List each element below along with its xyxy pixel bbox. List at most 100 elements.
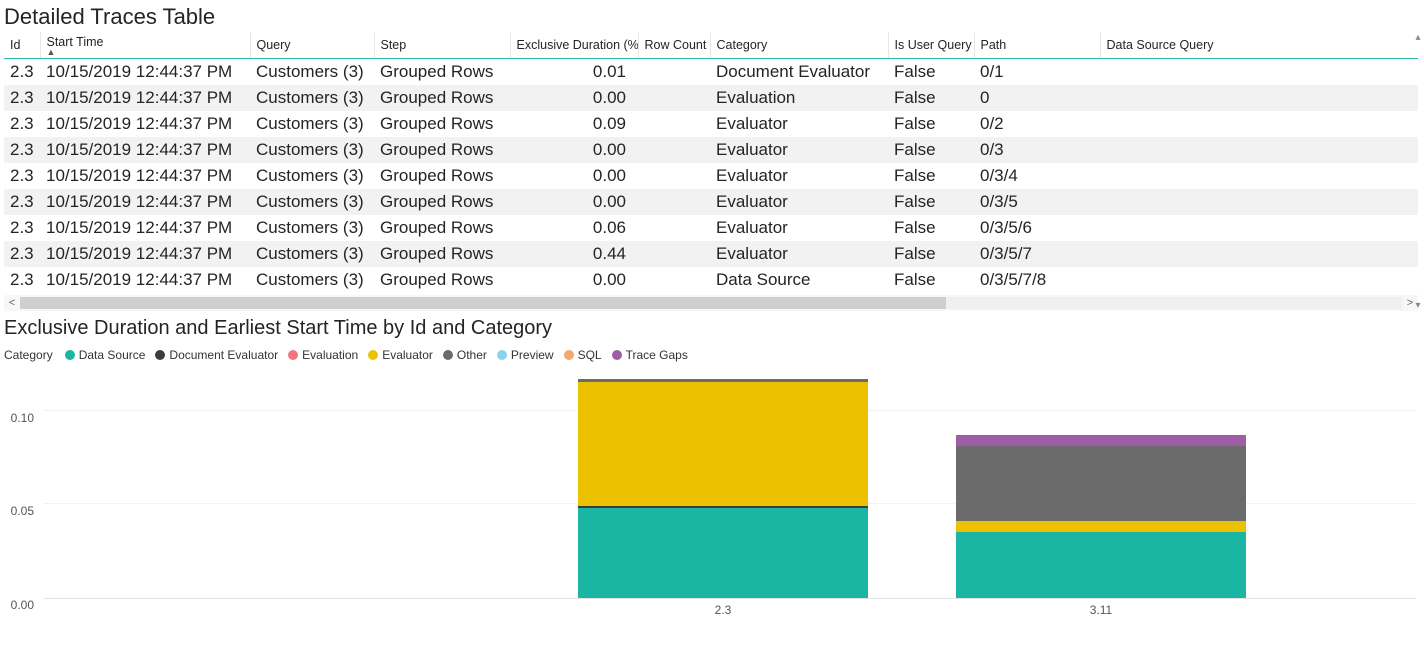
- legend-item-evaluation[interactable]: Evaluation: [288, 348, 358, 362]
- cell: False: [888, 267, 974, 293]
- cell: Customers (3): [250, 85, 374, 111]
- table-row[interactable]: 2.310/15/2019 12:44:37 PMCustomers (3)Gr…: [4, 163, 1418, 189]
- cell: Evaluator: [710, 215, 888, 241]
- cell: 0.00: [510, 189, 638, 215]
- table-row[interactable]: 2.310/15/2019 12:44:37 PMCustomers (3)Gr…: [4, 267, 1418, 293]
- y-tick-label: 0.10: [11, 411, 34, 425]
- bar-seg-evaluator[interactable]: [956, 521, 1246, 532]
- legend-swatch-icon: [65, 350, 75, 360]
- cell: Customers (3): [250, 111, 374, 137]
- cell: 2.3: [4, 85, 40, 111]
- col-header-query[interactable]: Query: [250, 32, 374, 59]
- cell: 2.3: [4, 189, 40, 215]
- cell: 10/15/2019 12:44:37 PM: [40, 59, 250, 86]
- cell: Data Source: [710, 267, 888, 293]
- legend-item-trace-gaps[interactable]: Trace Gaps: [612, 348, 688, 362]
- vertical-scrollbar[interactable]: ▴ ▾: [1412, 32, 1424, 311]
- cell: 2.3: [4, 111, 40, 137]
- cell: [1100, 189, 1418, 215]
- cell: Customers (3): [250, 241, 374, 267]
- cell: [1100, 267, 1418, 293]
- chart-title: Exclusive Duration and Earliest Start Ti…: [4, 317, 1420, 340]
- table-row[interactable]: 2.310/15/2019 12:44:37 PMCustomers (3)Gr…: [4, 85, 1418, 111]
- cell: 2.3: [4, 137, 40, 163]
- table-row[interactable]: 2.310/15/2019 12:44:37 PMCustomers (3)Gr…: [4, 59, 1418, 86]
- chart-area: 0.000.050.10 2.33.11: [4, 374, 1420, 629]
- cell: 10/15/2019 12:44:37 PM: [40, 163, 250, 189]
- chart-legend: Category Data SourceDocument EvaluatorEv…: [4, 348, 1420, 362]
- legend-swatch-icon: [443, 350, 453, 360]
- y-tick-label: 0.05: [11, 504, 34, 518]
- chart-plot[interactable]: [44, 374, 1416, 599]
- legend-text: Trace Gaps: [626, 348, 688, 362]
- cell: 0.09: [510, 111, 638, 137]
- table-body: 2.310/15/2019 12:44:37 PMCustomers (3)Gr…: [4, 59, 1418, 294]
- legend-text: Evaluator: [382, 348, 433, 362]
- scroll-down-icon[interactable]: ▾: [1415, 300, 1420, 311]
- table-row[interactable]: 2.310/15/2019 12:44:37 PMCustomers (3)Gr…: [4, 111, 1418, 137]
- legend-text: Data Source: [79, 348, 146, 362]
- col-header-id[interactable]: Id: [4, 32, 40, 59]
- legend-swatch-icon: [612, 350, 622, 360]
- cell: False: [888, 59, 974, 86]
- legend-swatch-icon: [155, 350, 165, 360]
- legend-text: Preview: [511, 348, 554, 362]
- legend-item-sql[interactable]: SQL: [564, 348, 602, 362]
- cell: [1100, 163, 1418, 189]
- legend-item-data-source[interactable]: Data Source: [65, 348, 146, 362]
- cell: False: [888, 137, 974, 163]
- table-row[interactable]: 2.310/15/2019 12:44:37 PMCustomers (3)Gr…: [4, 215, 1418, 241]
- cell: 0/3/5/7: [974, 241, 1100, 267]
- cell: Grouped Rows: [374, 267, 510, 293]
- legend-item-document-evaluator[interactable]: Document Evaluator: [155, 348, 278, 362]
- table-row[interactable]: 2.310/15/2019 12:44:37 PMCustomers (3)Gr…: [4, 241, 1418, 267]
- table-row[interactable]: 2.310/15/2019 12:44:37 PMCustomers (3)Gr…: [4, 137, 1418, 163]
- table-row[interactable]: 2.310/15/2019 12:44:37 PMCustomers (3)Gr…: [4, 189, 1418, 215]
- cell: Customers (3): [250, 137, 374, 163]
- cell: Evaluator: [710, 163, 888, 189]
- hscroll-thumb[interactable]: [20, 297, 946, 309]
- bar-3.11[interactable]: [956, 435, 1246, 598]
- col-header-row-count[interactable]: Row Count: [638, 32, 710, 59]
- scroll-left-icon[interactable]: <: [4, 297, 20, 309]
- col-header-category[interactable]: Category: [710, 32, 888, 59]
- legend-swatch-icon: [497, 350, 507, 360]
- cell: [638, 59, 710, 86]
- legend-text: Evaluation: [302, 348, 358, 362]
- cell: 2.3: [4, 59, 40, 86]
- bar-seg-other[interactable]: [956, 446, 1246, 521]
- hscroll-track[interactable]: [20, 297, 1402, 309]
- cell: [638, 241, 710, 267]
- cell: False: [888, 163, 974, 189]
- bar-2.3[interactable]: [578, 379, 868, 598]
- cell: Customers (3): [250, 163, 374, 189]
- legend-item-evaluator[interactable]: Evaluator: [368, 348, 433, 362]
- cell: Grouped Rows: [374, 137, 510, 163]
- cell: 0/3/5/6: [974, 215, 1100, 241]
- bar-seg-data-source[interactable]: [956, 532, 1246, 598]
- scroll-up-icon[interactable]: ▴: [1415, 32, 1420, 43]
- bar-seg-evaluator[interactable]: [578, 382, 868, 506]
- bar-seg-data-source[interactable]: [578, 508, 868, 598]
- cell: 10/15/2019 12:44:37 PM: [40, 267, 250, 293]
- col-header-start-time[interactable]: Start Time▲: [40, 32, 250, 59]
- bar-seg-trace-gaps[interactable]: [956, 435, 1246, 446]
- x-tick-label: 2.3: [715, 603, 732, 617]
- legend-text: Other: [457, 348, 487, 362]
- x-tick-label: 3.11: [1090, 603, 1112, 617]
- col-header-path[interactable]: Path: [974, 32, 1100, 59]
- col-header-step[interactable]: Step: [374, 32, 510, 59]
- cell: 2.3: [4, 267, 40, 293]
- legend-text: SQL: [578, 348, 602, 362]
- cell: Grouped Rows: [374, 59, 510, 86]
- legend-item-other[interactable]: Other: [443, 348, 487, 362]
- table-header-row: IdStart Time▲QueryStepExclusive Duration…: [4, 32, 1418, 59]
- legend-item-preview[interactable]: Preview: [497, 348, 554, 362]
- horizontal-scrollbar[interactable]: < >: [4, 295, 1418, 311]
- table-title: Detailed Traces Table: [0, 0, 1424, 32]
- traces-table[interactable]: IdStart Time▲QueryStepExclusive Duration…: [4, 32, 1418, 293]
- cell: Grouped Rows: [374, 241, 510, 267]
- col-header-data-source-query[interactable]: Data Source Query: [1100, 32, 1418, 59]
- col-header-is-user-query[interactable]: Is User Query: [888, 32, 974, 59]
- col-header-exclusive-duration-[interactable]: Exclusive Duration (%): [510, 32, 638, 59]
